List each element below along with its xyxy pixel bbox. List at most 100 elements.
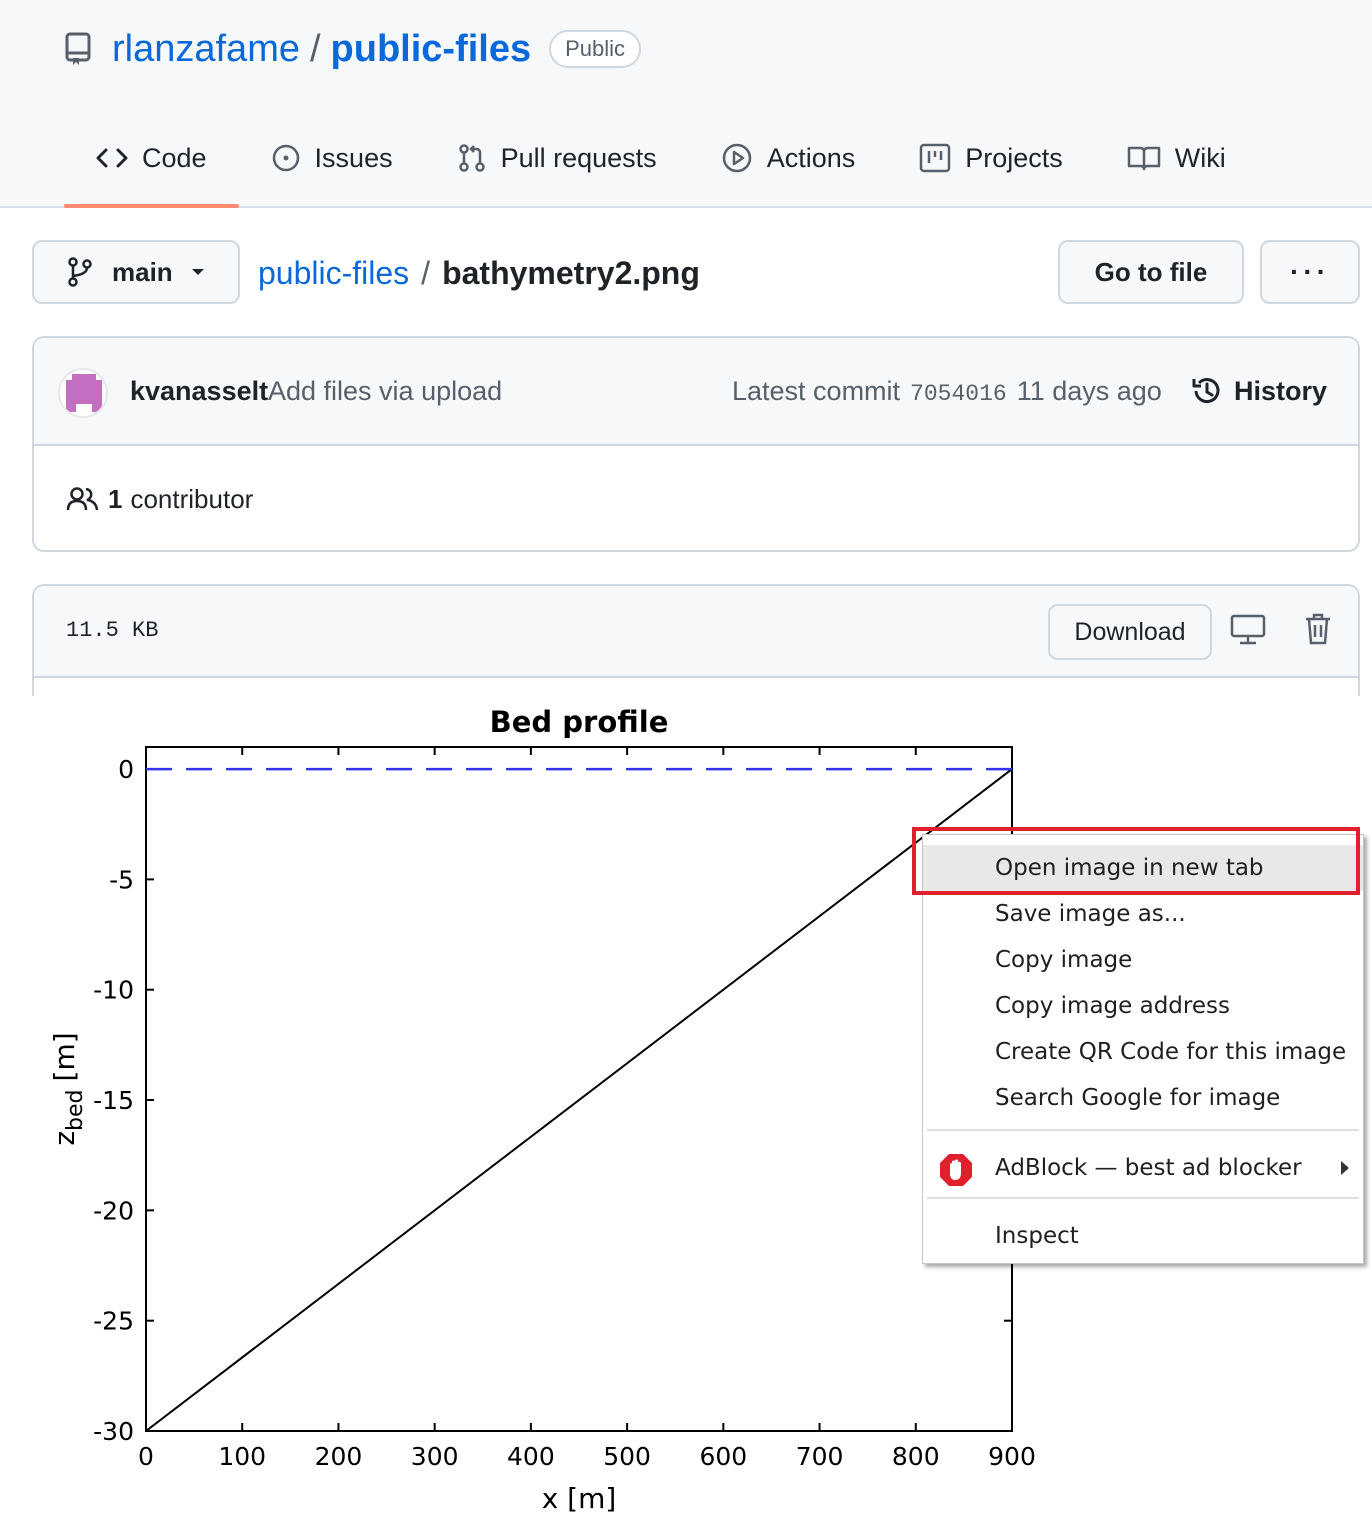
tab-actions[interactable]: Actions: [689, 128, 888, 188]
repo-header: rlanzafame / public-files Public Code Is…: [0, 0, 1372, 208]
x-tick-label: 900: [988, 1442, 1036, 1471]
history-link[interactable]: History: [1190, 374, 1327, 408]
y-tick-label: -20: [93, 1196, 134, 1225]
tab-issues[interactable]: Issues: [239, 128, 425, 188]
menu-separator: [927, 1129, 1359, 1131]
commit-author-link[interactable]: kvanasselt: [130, 376, 268, 407]
commit-sha-link[interactable]: 7054016: [910, 381, 1007, 407]
history-icon: [1192, 378, 1220, 404]
trash-icon[interactable]: [1304, 612, 1332, 646]
menu-item-label: Copy image: [995, 947, 1133, 973]
menu-item-save-image-as[interactable]: Save image as...: [923, 891, 1363, 937]
go-to-file-button[interactable]: Go to file: [1058, 240, 1244, 304]
issue-icon: [272, 144, 299, 172]
repo-separator: /: [309, 27, 321, 70]
y-tick-label: -30: [93, 1417, 134, 1446]
x-tick-label: 600: [699, 1442, 747, 1471]
menu-separator: [927, 1197, 1359, 1199]
breadcrumb-file-name: bathymetry2.png: [442, 254, 700, 291]
menu-item-label: Save image as...: [995, 901, 1186, 927]
code-icon: [96, 148, 128, 168]
adblock-icon: [940, 1154, 972, 1186]
x-axis-label: x [m]: [542, 1482, 617, 1515]
x-tick-label: 700: [796, 1442, 844, 1471]
y-axis-label-unit: [m]: [48, 1032, 81, 1081]
latest-commit-box: kvanasselt Add files via upload Latest c…: [32, 336, 1360, 552]
menu-item-inspect[interactable]: Inspect: [923, 1213, 1363, 1259]
chart-title: Bed profile: [490, 705, 669, 739]
people-icon: [66, 487, 99, 511]
menu-item-open-image-new-tab[interactable]: Open image in new tab: [923, 845, 1363, 891]
menu-item-label: Search Google for image: [995, 1085, 1281, 1111]
more-options-button[interactable]: ···: [1260, 240, 1360, 304]
breadcrumb-repo-link[interactable]: public-files: [258, 255, 409, 292]
tab-wiki[interactable]: Wiki: [1095, 128, 1258, 188]
menu-item-label: Create QR Code for this image: [995, 1039, 1347, 1065]
download-button[interactable]: Download: [1048, 604, 1212, 660]
contributors-row[interactable]: 1 contributor: [34, 446, 1358, 550]
bed-profile-line: [145, 768, 1013, 1432]
plot-frame: [145, 746, 1013, 1432]
menu-item-label: Open image in new tab: [995, 855, 1264, 881]
y-tick-label: 0: [118, 755, 134, 784]
y-tick-label: -15: [93, 1086, 134, 1115]
y-tick-label: -10: [93, 976, 134, 1005]
menu-item-adblock[interactable]: AdBlock — best ad blocker: [923, 1143, 1363, 1193]
menu-item-search-google-image[interactable]: Search Google for image: [923, 1075, 1363, 1121]
tab-code-label: Code: [142, 142, 207, 173]
avatar[interactable]: [58, 368, 108, 418]
y-axis-label: zbed [m]: [48, 1032, 88, 1145]
menu-item-create-qr-code[interactable]: Create QR Code for this image: [923, 1029, 1363, 1075]
tab-pull-requests[interactable]: Pull requests: [425, 128, 689, 188]
tab-issues-label: Issues: [314, 142, 393, 173]
branch-name: main: [112, 256, 173, 287]
y-tick-label: -5: [109, 865, 134, 894]
tab-code[interactable]: Code: [64, 128, 239, 208]
menu-item-copy-image-address[interactable]: Copy image address: [923, 983, 1363, 1029]
tab-projects-label: Projects: [965, 142, 1063, 173]
tab-wiki-label: Wiki: [1174, 142, 1226, 173]
latest-commit-label: Latest commit: [732, 376, 901, 406]
x-tick-label: 500: [603, 1442, 651, 1471]
tab-actions-label: Actions: [766, 142, 856, 173]
menu-item-label: Copy image address: [995, 993, 1230, 1019]
branch-selector-button[interactable]: main: [32, 240, 240, 304]
history-label: History: [1234, 375, 1328, 406]
breadcrumb-separator: /: [421, 254, 431, 291]
context-menu: Open image in new tab Save image as... C…: [922, 834, 1364, 1264]
breadcrumb: public-files / bathymetry2.png: [258, 250, 700, 296]
desktop-icon[interactable]: [1230, 614, 1266, 646]
git-branch-icon: [68, 257, 92, 287]
pull-request-icon: [458, 144, 485, 172]
x-tick-label: 100: [218, 1442, 266, 1471]
repo-icon: [64, 32, 94, 66]
x-tick-label: 300: [411, 1442, 459, 1471]
x-tick-label: 400: [507, 1442, 555, 1471]
y-tick-label: -25: [93, 1307, 134, 1336]
y-axis-label-main: z: [48, 1131, 81, 1146]
commit-meta: Latest commit 7054016 11 days ago: [732, 376, 1162, 407]
repo-owner-link[interactable]: rlanzafame: [112, 28, 300, 71]
contributors-label: contributor: [130, 483, 254, 514]
x-tick-label: 0: [138, 1442, 154, 1471]
book-icon: [1127, 146, 1161, 171]
menu-item-label: AdBlock — best ad blocker: [995, 1155, 1302, 1181]
tab-pull-requests-label: Pull requests: [500, 142, 657, 173]
x-tick-label: 200: [315, 1442, 363, 1471]
play-icon: [722, 143, 751, 173]
visibility-badge: Public: [549, 30, 642, 68]
file-size: 11.5 KB: [66, 618, 159, 643]
commit-row: kvanasselt Add files via upload Latest c…: [34, 338, 1358, 446]
file-header: 11.5 KB Download: [34, 586, 1358, 678]
repo-title: rlanzafame / public-files Public: [64, 24, 642, 74]
menu-item-label: Inspect: [995, 1223, 1079, 1249]
contributors-count: 1: [108, 483, 123, 514]
y-axis-label-sub: bed: [63, 1089, 88, 1130]
project-icon: [919, 143, 951, 173]
tab-projects[interactable]: Projects: [887, 128, 1095, 188]
repo-name-link[interactable]: public-files: [331, 28, 532, 71]
repo-tabs: Code Issues Pull requests Actions Projec…: [64, 128, 1258, 208]
commit-message-link[interactable]: Add files via upload: [268, 376, 502, 407]
submenu-arrow-icon: [1341, 1161, 1349, 1175]
menu-item-copy-image[interactable]: Copy image: [923, 937, 1363, 983]
